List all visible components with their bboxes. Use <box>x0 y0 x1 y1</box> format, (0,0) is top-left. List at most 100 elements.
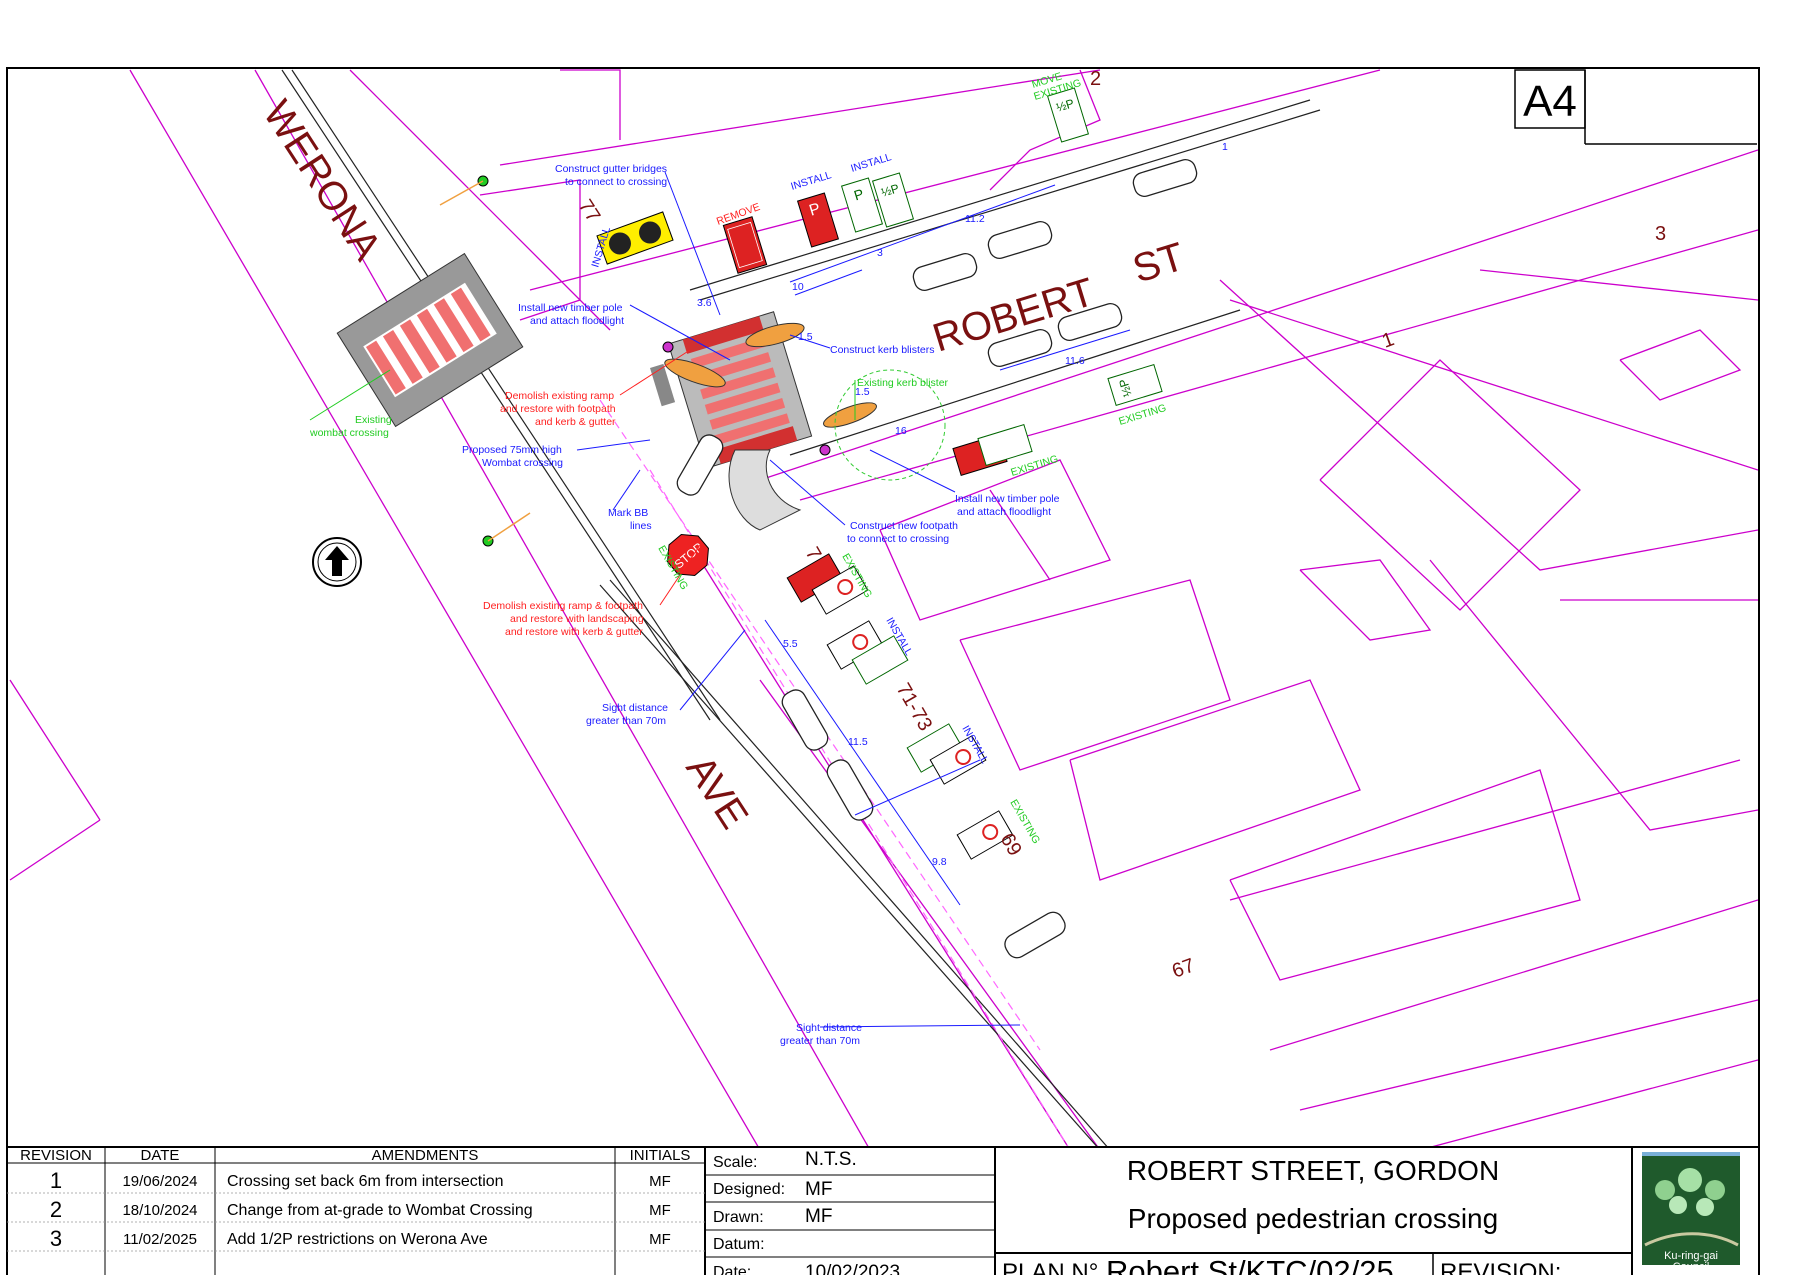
note-existing-kerb-blister: Existing kerb blister <box>857 377 949 389</box>
dimension-label: 10 <box>792 281 804 293</box>
designed-value: MF <box>805 1179 832 1200</box>
svg-text:and kerb & gutter: and kerb & gutter <box>535 416 616 428</box>
crossing-plan-drawing: A4 STOP P P ½P ½P ½P WERONA AVE ROBERT S… <box>6 67 1760 1275</box>
date-header: DATE <box>141 1147 180 1164</box>
existing-wombat-crossing <box>336 252 524 428</box>
dimension-label: 9.8 <box>932 856 947 868</box>
parked-cars <box>676 159 1198 959</box>
date-value: 10/02/2023 <box>805 1262 900 1275</box>
drawn-label: Drawn: <box>713 1209 764 1226</box>
dimension-label: 1 <box>1222 141 1228 153</box>
plan-number-value: Robert St/KTC/02/25 <box>1106 1254 1394 1275</box>
svg-text:INSTALL: INSTALL <box>789 169 833 193</box>
revision-amendment: Add 1/2P restrictions on Werona Ave <box>227 1231 488 1248</box>
note-new-footpath: Construct new footpath <box>850 520 958 532</box>
note-timber-pole-2: Install new timber pole <box>955 493 1060 505</box>
scale-value: N.T.S. <box>805 1149 857 1170</box>
dimension-label: 5.5 <box>783 638 798 650</box>
robert-st-boundaries <box>499 69 1758 501</box>
note-kerb-blisters: Construct kerb blisters <box>830 344 934 356</box>
svg-text:to connect to crossing: to connect to crossing <box>565 176 667 188</box>
kerb-blister-existing <box>823 402 877 428</box>
note-demolish-ramp: Demolish existing ramp <box>505 390 614 402</box>
title-block: REVISION DATE AMENDMENTS INITIALS 1 19/0… <box>7 1146 1759 1275</box>
project-subtitle: Proposed pedestrian crossing <box>1128 1203 1498 1234</box>
initials-header: INITIALS <box>630 1147 691 1164</box>
svg-text:Wombat crossing: Wombat crossing <box>482 457 563 469</box>
note-sight-distance-2: Sight distance <box>796 1022 862 1034</box>
half-p-sign <box>977 423 1033 467</box>
remove-sign <box>722 216 768 274</box>
half-p-sign-existing: ½P <box>1107 363 1163 407</box>
revision-date: 19/06/2024 <box>122 1173 197 1190</box>
dimension-label: 11.6 <box>1065 355 1085 367</box>
amendments-header: AMENDMENTS <box>372 1147 479 1164</box>
revision-amendment: Crossing set back 6m from intersection <box>227 1173 504 1190</box>
designed-label: Designed: <box>713 1181 785 1198</box>
drawn-value: MF <box>805 1206 832 1227</box>
new-timber-pole <box>662 341 674 353</box>
note-gutter-bridges: Construct gutter bridges <box>555 163 667 175</box>
svg-text:EXISTING: EXISTING <box>1117 402 1167 428</box>
parking-sign: P <box>796 192 840 248</box>
revision-date: 11/02/2025 <box>123 1231 197 1248</box>
dimension-label: 1.5 <box>798 331 813 343</box>
svg-text:greater than 70m: greater than 70m <box>586 715 666 727</box>
dimension-label: 3 <box>877 247 883 259</box>
lot-number: 2 <box>1090 68 1101 90</box>
street-label-ave: AVE <box>677 748 756 837</box>
svg-text:and restore with kerb & gutter: and restore with kerb & gutter <box>505 626 643 638</box>
logo-line2: Council <box>1673 1261 1710 1273</box>
info-table: Scale: N.T.S. Designed: MF Drawn: MF Dat… <box>705 1147 996 1275</box>
revision-number: 2 <box>50 1197 62 1222</box>
dimension-label: 3.6 <box>697 297 712 309</box>
drawing-title: ROBERT STREET, GORDON Proposed pedestria… <box>995 1147 1633 1275</box>
new-timber-pole <box>819 444 831 456</box>
svg-text:greater than 70m: greater than 70m <box>780 1035 860 1047</box>
revision-number: 1 <box>50 1168 62 1193</box>
svg-text:and restore with footpath: and restore with footpath <box>500 403 616 415</box>
note-proposed-crossing: Proposed 75mm high <box>462 444 562 456</box>
revision-number: 3 <box>50 1226 62 1251</box>
svg-text:and attach floodlight: and attach floodlight <box>530 315 624 327</box>
council-logo: Ku-ring-gai Council <box>1642 1152 1740 1273</box>
svg-text:INSTALL: INSTALL <box>849 151 893 175</box>
svg-text:wombat crossing: wombat crossing <box>309 427 389 439</box>
north-arrow-icon <box>312 537 362 587</box>
revision-initials: MF <box>649 1231 671 1248</box>
lot-number: 3 <box>1655 223 1666 245</box>
lot-number: 67 <box>1169 954 1197 982</box>
svg-text:and restore with landscaping: and restore with landscaping <box>510 613 644 625</box>
revision-date: 18/10/2024 <box>122 1202 197 1219</box>
property-outlines <box>479 69 1758 1147</box>
dimension-label: 1.5 <box>855 386 870 398</box>
revision-initials: MF <box>649 1173 671 1190</box>
street-label-werona: WERONA <box>254 93 389 268</box>
date-label: Date: <box>713 1264 751 1275</box>
revision-label: REVISION: <box>1440 1259 1561 1275</box>
new-footpath <box>728 449 802 531</box>
revision-table: REVISION DATE AMENDMENTS INITIALS 1 19/0… <box>7 1147 706 1275</box>
svg-text:and attach floodlight: and attach floodlight <box>957 506 1051 518</box>
scale-label: Scale: <box>713 1154 757 1171</box>
dimension-label: 16 <box>895 425 907 437</box>
svg-text:EXISTING: EXISTING <box>1009 453 1059 479</box>
sheet-size-label: A4 <box>1523 77 1577 126</box>
svg-text:lines: lines <box>630 520 652 532</box>
revision-amendment: Change from at-grade to Wombat Crossing <box>227 1202 533 1219</box>
revision-initials: MF <box>649 1202 671 1219</box>
note-demolish-footpath: Demolish existing ramp & footpath <box>483 600 643 612</box>
dimension-label: 11.2 <box>965 213 985 225</box>
note-mark-bb: Mark BB <box>608 507 648 519</box>
revision-header: REVISION <box>20 1147 92 1164</box>
note-sight-distance-1: Sight distance <box>602 702 668 714</box>
project-title: ROBERT STREET, GORDON <box>1127 1155 1499 1186</box>
note-timber-pole-1: Install new timber pole <box>518 302 623 314</box>
street-label-st: ST <box>1128 235 1190 292</box>
lot-number: 77 <box>574 196 605 227</box>
datum-label: Datum: <box>713 1236 765 1253</box>
lot-number: 71-73 <box>892 680 937 735</box>
site-plan: STOP P P ½P ½P ½P WERONA AVE ROBERT ST 2… <box>9 68 1758 1147</box>
plan-number-label: PLAN N° <box>1002 1259 1098 1275</box>
werona-ave-kerbs <box>281 69 1109 1147</box>
